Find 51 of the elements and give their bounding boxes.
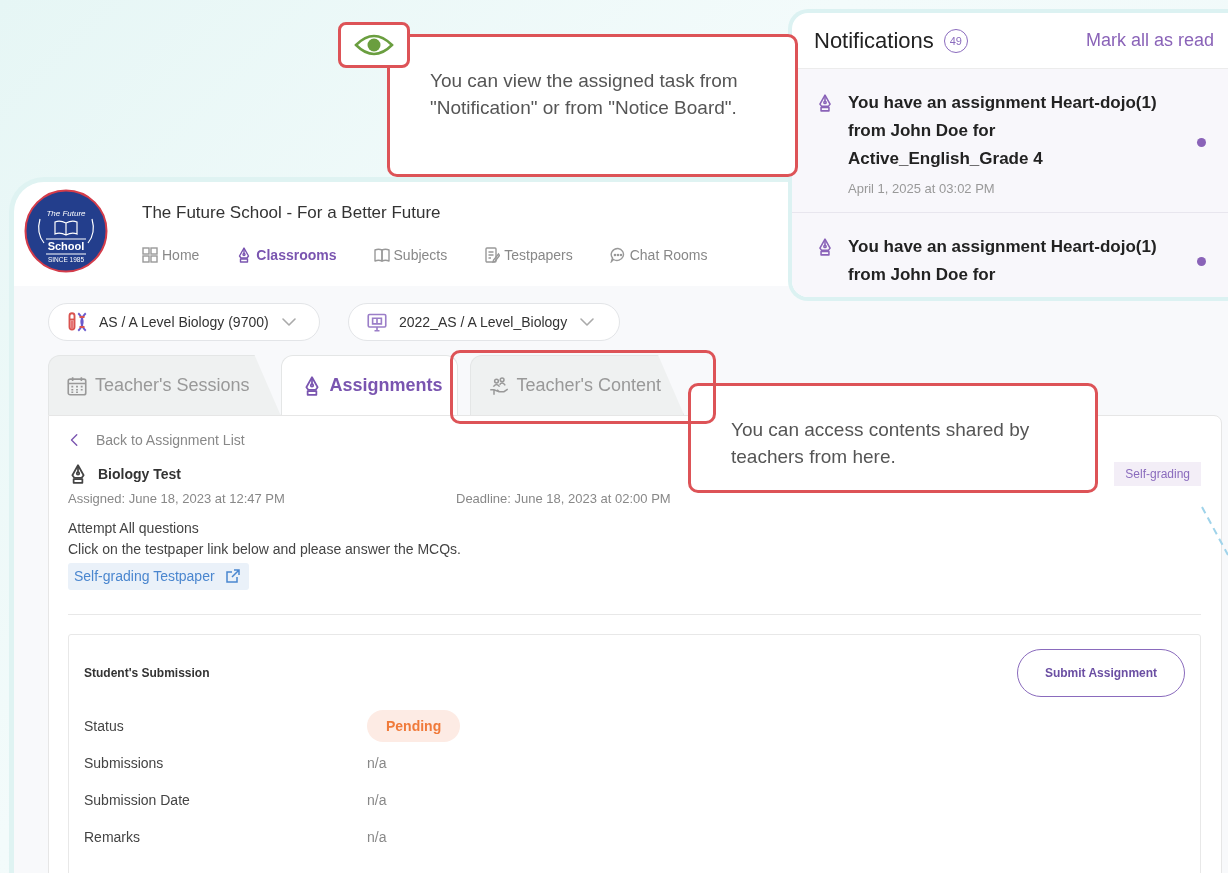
hand-with-people-icon <box>488 375 509 396</box>
book-icon <box>373 247 390 263</box>
notification-time: April 1, 2025 at 03:02 PM <box>848 181 996 196</box>
notifications-title: Notifications <box>814 27 934 54</box>
field-label: Remarks <box>84 828 141 845</box>
notification-message[interactable]: You have an assignment Heart-dojo(1) from John Doe for Active_English_Grade 4 <box>848 89 1178 173</box>
field-value: n/a <box>367 828 387 845</box>
monitor-icon <box>367 312 387 332</box>
tab[interactable]: Teacher's Content <box>469 355 685 415</box>
nav-link[interactable]: Home <box>142 247 200 263</box>
field-value: n/a <box>367 754 387 771</box>
field-value: n/a <box>367 791 387 808</box>
assigned-date: Assigned: June 18, 2023 at 12:47 PM <box>68 491 286 506</box>
pen-nib-icon <box>816 94 834 112</box>
grid-icon <box>142 247 158 263</box>
course-dropdown[interactable]: 2022_AS / A Level_Biology <box>348 303 620 341</box>
description-text: Attempt All questions <box>68 519 200 538</box>
nav-link[interactable]: Chat Rooms <box>609 247 708 263</box>
logo-text: School <box>47 240 85 252</box>
eye-icon <box>354 33 394 57</box>
school-name: The Future School - For a Better Future <box>142 203 442 223</box>
tab[interactable]: Assignments <box>280 355 458 415</box>
deadline-date: Deadline: June 18, 2023 at 02:00 PM <box>456 491 671 506</box>
callout-text: You can view the assigned task from "Notification" or from "Notice Board". <box>430 69 739 120</box>
grading-tag: Self-grading <box>1114 462 1201 486</box>
leader-line <box>1200 505 1228 557</box>
external-link-icon <box>224 568 241 584</box>
field-label: Submissions <box>84 754 165 771</box>
course-dropdown[interactable]: AS / A Level Biology (9700) <box>48 303 320 341</box>
description-text: Click on the testpaper link below and please answer the MCQs. <box>68 540 462 559</box>
notification-message[interactable]: You have an assignment Heart-dojo(1) from John Doe for <box>848 233 1178 289</box>
callout-text: You can access contents shared by teachers from here. <box>731 418 1031 469</box>
nav-link[interactable]: Classrooms <box>236 247 337 263</box>
mark-all-read-link[interactable]: Mark all as read <box>1085 30 1214 51</box>
submission-title: Student's Submission <box>84 666 210 680</box>
chat-bubble-icon <box>609 247 626 263</box>
nav-link[interactable]: Subjects <box>373 247 448 263</box>
field-label: Status <box>84 717 125 734</box>
calendar-icon <box>67 375 87 396</box>
submit-assignment-button[interactable]: Submit Assignment <box>1017 649 1185 697</box>
document-icon <box>484 247 501 263</box>
status-badge: Pending <box>367 709 461 742</box>
test-tube-dna-icon <box>67 312 87 332</box>
back-link[interactable]: Back to Assignment List <box>96 432 245 448</box>
field-label: Submission Date <box>84 791 191 808</box>
assignment-title: Biology Test <box>98 466 181 482</box>
nav-link[interactable]: Testpapers <box>484 247 573 263</box>
pen-nib-icon <box>816 238 834 256</box>
tab[interactable]: Teacher's Sessions <box>48 355 281 415</box>
testpaper-link[interactable]: Self-grading Testpaper <box>68 563 249 590</box>
logo-text: The Future <box>46 209 86 218</box>
